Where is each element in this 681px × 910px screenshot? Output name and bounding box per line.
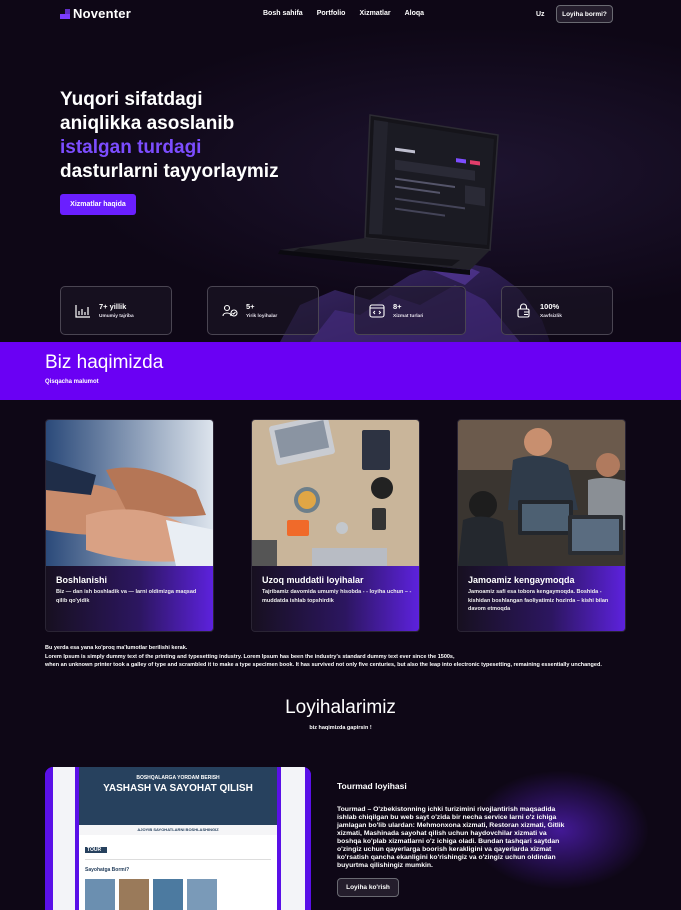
- card-start[interactable]: Boshlanishi Biz — dan ish boshladik va —…: [45, 419, 214, 632]
- about-extra-text: Bu yerda esa yana ko'proq ma'lumotlar be…: [45, 644, 635, 670]
- laptop-illustration: [278, 114, 499, 275]
- stat-label: Yirik loyihalar: [246, 314, 278, 319]
- code-icon: [367, 301, 387, 321]
- stat-label: Xavfsizlik: [540, 314, 562, 319]
- workspace-desk-image: [252, 420, 419, 566]
- about-extra-line-3: when an unknown printer took a galley of…: [45, 662, 602, 669]
- stat-label: Xizmat turlari: [393, 314, 424, 319]
- nav-item-services[interactable]: Xizmatlar: [359, 10, 390, 17]
- nav-item-home[interactable]: Bosh sahifa: [263, 10, 303, 17]
- projects-title: Loyihalarimiz: [285, 697, 396, 718]
- chart-icon: [73, 301, 93, 321]
- stat-services: 8+ Xizmat turlari: [354, 286, 466, 335]
- stat-value: 7+ yillik: [99, 302, 127, 311]
- card-description: Biz — dan ish boshladik va — larni oldim…: [56, 589, 197, 604]
- card-title: Jamoamiz kengaymoqda: [468, 575, 575, 585]
- screenshot-section: AJOYIB SAYOHATLARNI BOSHLASHINGIZ: [137, 827, 219, 832]
- logo[interactable]: Noventer: [60, 6, 131, 21]
- language-switch[interactable]: Uz: [536, 11, 545, 18]
- services-button[interactable]: Xizmatlar haqida: [60, 194, 136, 215]
- projects-subtitle: biz haqimizda gapirsin !: [309, 725, 372, 731]
- about-subtitle: Qisqacha malumot: [45, 379, 99, 385]
- project-screenshot[interactable]: BOSHQALARGA YORDAM BERISH YASHASH VA SAY…: [45, 767, 311, 910]
- stat-value: 100%: [540, 302, 560, 311]
- hero-line-2: aniqlikka asoslanib: [60, 113, 235, 134]
- about-extra-line-2: Lorem Ipsum is simply dummy text of the …: [45, 653, 455, 660]
- about-title: Biz haqimizda: [45, 352, 164, 373]
- screenshot-banner-top: BOSHQALARGA YORDAM BERISH: [136, 775, 220, 781]
- card-team[interactable]: Jamoamiz kengaymoqda Jamoamiz safi esa t…: [457, 419, 626, 632]
- card-title: Boshlanishi: [56, 575, 108, 585]
- users-icon: [220, 301, 240, 321]
- screenshot-subhead: Sayohatga Bormi?: [85, 867, 130, 873]
- stat-projects: 5+ Yirik loyihalar: [207, 286, 319, 335]
- card-content: Jamoamiz kengaymoqda Jamoamiz safi esa t…: [458, 566, 625, 631]
- card-description: Jamoamiz safi esa tobora kengaymoqda. Bo…: [468, 589, 609, 612]
- hero-line-3-highlight: istalgan turdagi: [60, 137, 202, 158]
- header: Noventer Bosh sahifa Portfolio Xizmatlar…: [0, 0, 681, 30]
- teamwork-hands-image: [46, 420, 213, 566]
- lock-icon: [514, 301, 534, 321]
- about-band: Biz haqimizda Qisqacha malumot: [0, 342, 681, 400]
- project-cta-button[interactable]: Loyiha bormi?: [556, 5, 613, 23]
- about-extra-line-1: Bu yerda esa yana ko'proq ma'lumotlar be…: [45, 645, 188, 651]
- card-content: Uzoq muddatli loyihalar Tajribamiz davom…: [252, 566, 419, 631]
- screenshot-banner-main: YASHASH VA SAYOHAT QILISH: [103, 783, 253, 794]
- card-description: Tajribamiz davomida umumiy hisobda - - l…: [262, 589, 412, 604]
- stat-value: 5+: [246, 302, 255, 311]
- nav-item-contact[interactable]: Aloqa: [405, 10, 424, 17]
- logo-icon: [60, 8, 70, 19]
- page: Noventer Bosh sahifa Portfolio Xizmatlar…: [0, 0, 681, 910]
- view-project-button[interactable]: Loyiha ko'rish: [337, 878, 399, 897]
- hero-line-4: dasturlarni tayyorlaymiz: [60, 161, 279, 182]
- card-title: Uzoq muddatli loyihalar: [262, 575, 364, 585]
- hero-line-1: Yuqori sifatdagi: [60, 89, 203, 110]
- card-long-term[interactable]: Uzoq muddatli loyihalar Tajribamiz davom…: [251, 419, 420, 632]
- project-name: Tourmad loyihasi: [337, 781, 407, 791]
- main-nav: Bosh sahifa Portfolio Xizmatlar Aloqa: [263, 10, 424, 17]
- hero-title: Yuqori sifatdagi aniqlikka asoslanib ist…: [60, 88, 279, 184]
- nav-item-portfolio[interactable]: Portfolio: [317, 10, 346, 17]
- screenshot-logo: TOUR: [87, 847, 102, 853]
- logo-text: Noventer: [73, 6, 131, 21]
- card-content: Boshlanishi Biz — dan ish boshladik va —…: [46, 566, 213, 631]
- project-description: Tourmad – O'zbekistonning ichki turizimi…: [337, 806, 565, 869]
- stat-security: 100% Xavfsizlik: [501, 286, 613, 335]
- stat-value: 8+: [393, 302, 402, 311]
- stat-label: Umumiy tajriba: [99, 314, 134, 319]
- team-working-image: [458, 420, 625, 566]
- stat-experience: 7+ yillik Umumiy tajriba: [60, 286, 172, 335]
